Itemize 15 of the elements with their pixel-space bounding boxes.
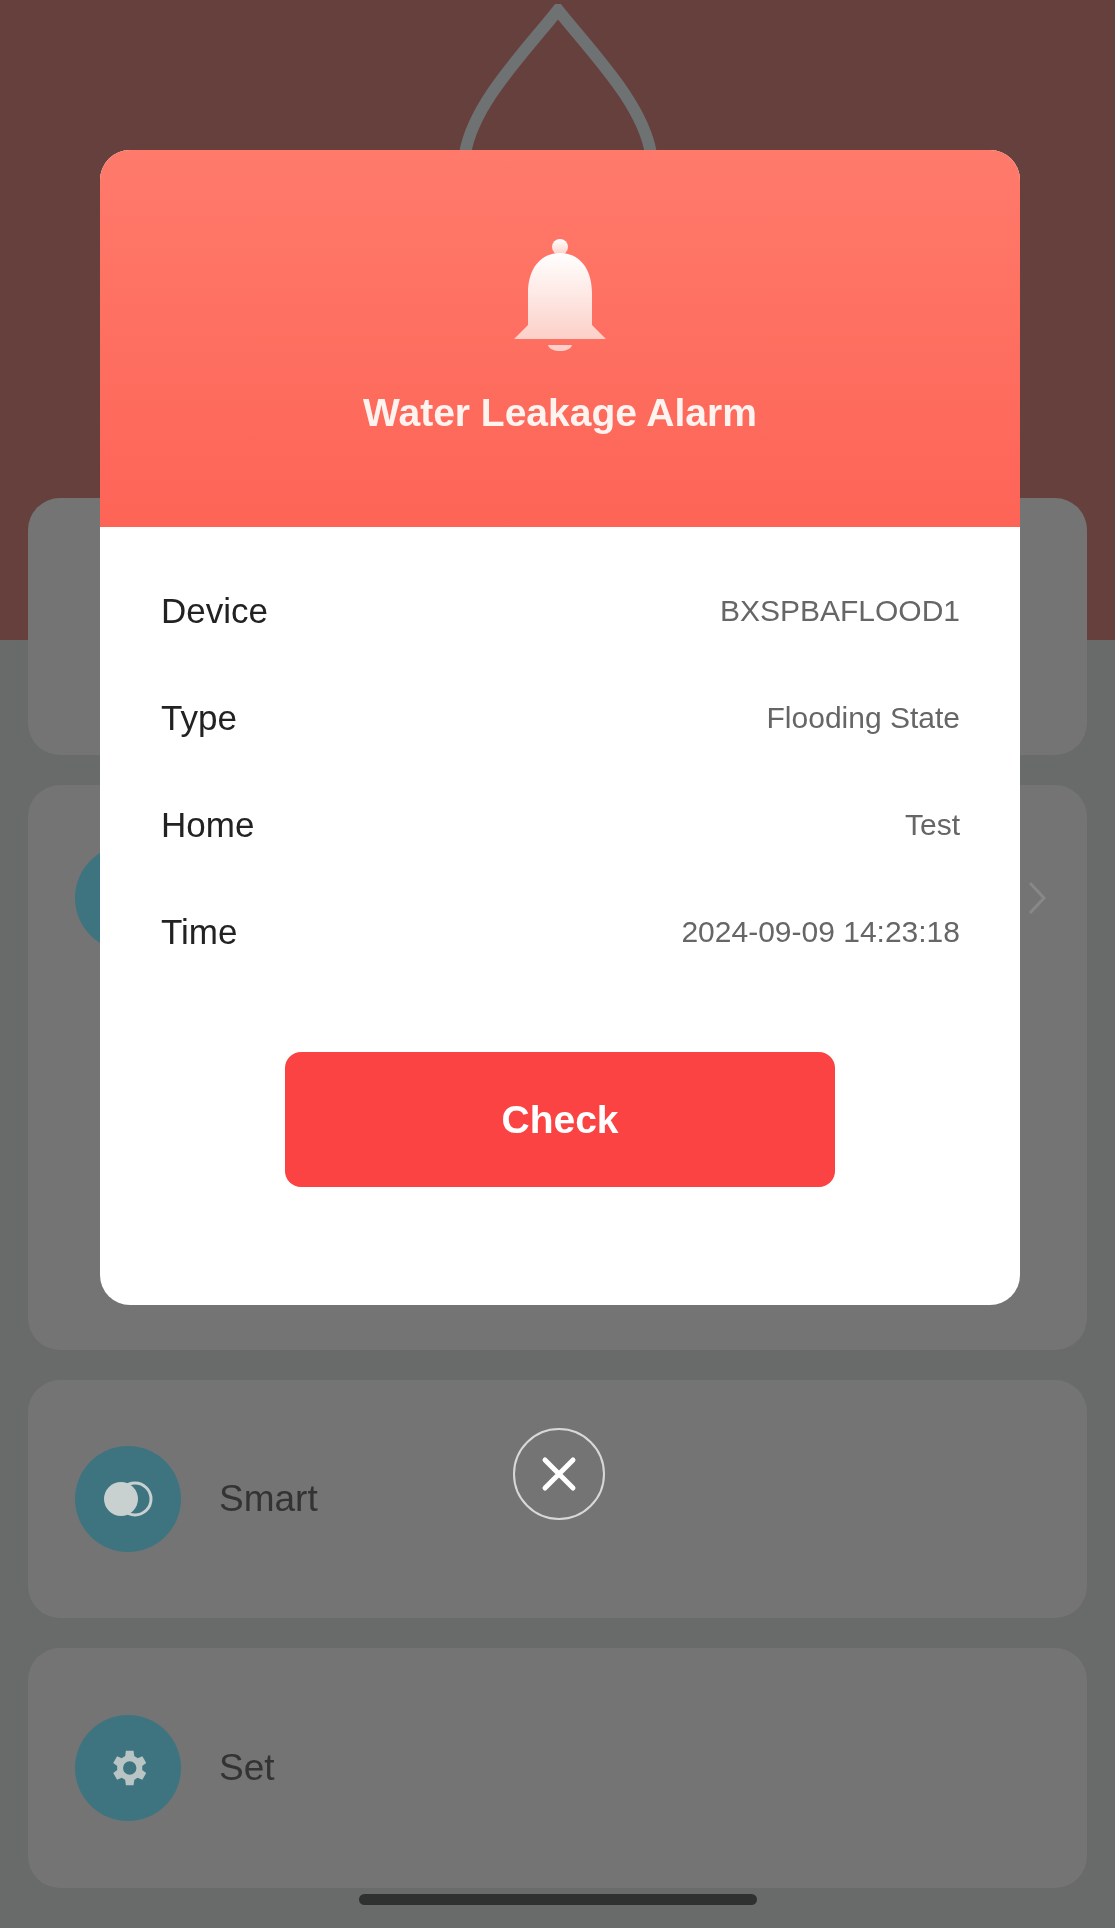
alarm-title: Water Leakage Alarm	[363, 391, 757, 435]
field-value: Test	[904, 807, 960, 842]
field-label: Time	[161, 911, 238, 952]
field-label: Home	[161, 804, 255, 845]
check-button[interactable]: Check	[285, 1052, 835, 1187]
menu-card[interactable]: Set	[28, 1648, 1087, 1888]
menu-label: Smart	[219, 1478, 318, 1520]
field-label: Device	[161, 590, 268, 631]
close-button[interactable]	[513, 1428, 605, 1520]
menu-card[interactable]: Smart	[28, 1380, 1087, 1618]
field-value: BXSPBAFLOOD1	[719, 593, 960, 628]
field-value: 2024-09-09 14:23:18	[681, 914, 960, 949]
menu-label: Set	[219, 1747, 275, 1789]
field-label: Type	[161, 697, 237, 738]
field-value: Flooding State	[766, 700, 960, 735]
